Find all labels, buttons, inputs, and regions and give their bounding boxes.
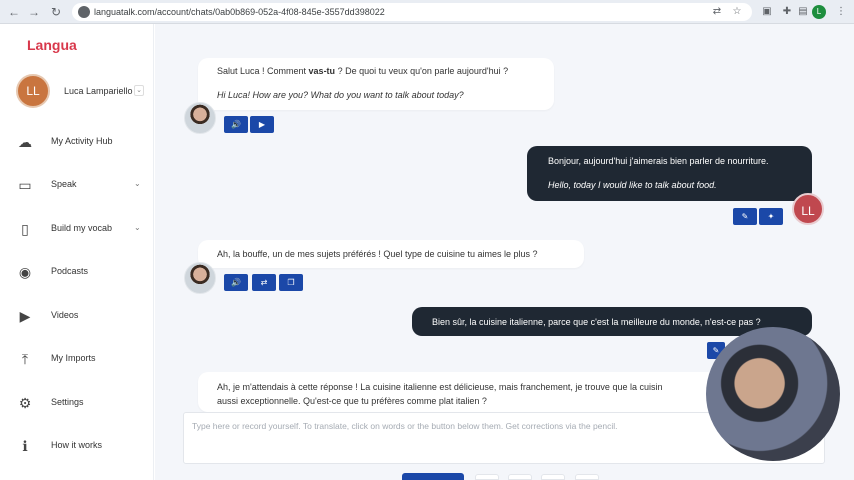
puzzle-icon[interactable]: ✚ xyxy=(780,5,794,19)
avatar: LL xyxy=(792,193,824,225)
sidebar-item-build-vocab[interactable]: ▯ Build my vocab ⌄ xyxy=(16,215,144,243)
play-icon[interactable]: ▶ xyxy=(250,116,274,133)
chevron-down-icon: ⌄ xyxy=(134,179,141,188)
message-translation: Hello, today I would like to talk about … xyxy=(548,180,717,190)
message-text[interactable]: Bien sûr, la cuisine italienne, parce qu… xyxy=(432,315,812,329)
webcam-overlay xyxy=(706,327,840,461)
message-text-line[interactable]: aussi exceptionnelle. Qu'est-ce que tu p… xyxy=(217,394,758,408)
address-bar[interactable]: languatalk.com/account/chats/0ab0b869-05… xyxy=(72,3,752,21)
avatar[interactable]: LL xyxy=(16,74,50,108)
gear-icon: ⚙ xyxy=(18,395,32,411)
translate-icon[interactable]: ⇄ xyxy=(252,274,276,291)
sidebar-item-videos[interactable]: ▶ Videos xyxy=(16,302,144,330)
forward-icon[interactable]: → xyxy=(26,4,42,20)
translate-icon[interactable]: ⇄ xyxy=(710,5,724,19)
bot-message: Ah, la bouffe, un de mes sujets préférés… xyxy=(198,240,584,268)
sidebar-item-label: My Imports xyxy=(51,353,96,363)
options-button[interactable] xyxy=(541,474,565,480)
sidebar-item-label: Podcasts xyxy=(51,266,89,276)
site-info-icon[interactable] xyxy=(78,6,90,18)
sidebar: Langua LL Luca Lampariello ⌄ ☁ My Activi… xyxy=(0,24,154,480)
sidebar-item-activity-hub[interactable]: ☁ My Activity Hub xyxy=(16,128,144,156)
microphone-icon: ◉ xyxy=(18,264,32,280)
sidebar-item-imports[interactable]: ⤒ My Imports xyxy=(16,345,144,373)
user-name: Luca Lampariello xyxy=(64,86,133,96)
sidebar-item-label: My Activity Hub xyxy=(51,136,113,146)
speaker-icon[interactable]: 🔊 xyxy=(224,116,248,133)
video-icon: ▶ xyxy=(19,308,31,324)
sidebar-icon[interactable]: ▤ xyxy=(796,5,810,19)
bot-message: Ah, je m'attendais à cette réponse ! La … xyxy=(198,372,758,412)
extensions-icon[interactable]: ▣ xyxy=(760,5,774,19)
chevron-down-icon[interactable]: ⌄ xyxy=(134,85,144,96)
chevron-down-icon: ⌄ xyxy=(134,223,141,232)
reload-icon[interactable]: ↻ xyxy=(48,4,64,20)
sidebar-item-label: Videos xyxy=(51,310,79,320)
cloud-icon: ☁ xyxy=(18,134,32,150)
langua-logo[interactable]: Langua xyxy=(27,37,77,53)
upload-icon: ⤒ xyxy=(21,351,29,367)
user-menu[interactable]: LL Luca Lampariello ⌄ xyxy=(16,74,146,108)
url-text[interactable]: languatalk.com/account/chats/0ab0b869-05… xyxy=(94,5,385,19)
back-icon[interactable]: ← xyxy=(6,4,22,20)
chat-icon: ▭ xyxy=(18,177,32,193)
message-text[interactable]: Bonjour, aujourd'hui j'aimerais bien par… xyxy=(548,154,812,168)
copy-icon[interactable]: ❐ xyxy=(279,274,303,291)
star-icon[interactable]: ☆ xyxy=(730,5,744,19)
record-button[interactable] xyxy=(475,474,499,480)
send-button[interactable] xyxy=(402,473,464,480)
sidebar-item-label: How it works xyxy=(51,440,103,450)
hint-button[interactable] xyxy=(508,474,532,480)
pencil-icon[interactable]: ✎ xyxy=(733,208,757,225)
sidebar-item-settings[interactable]: ⚙ Settings xyxy=(16,389,144,417)
browser-toolbar: ← → ↻ languatalk.com/account/chats/0ab0b… xyxy=(0,0,854,24)
info-icon: ℹ xyxy=(22,438,28,454)
message-text[interactable]: Ah, la bouffe, un de mes sujets préférés… xyxy=(217,247,584,261)
tutor-avatar xyxy=(184,262,216,294)
sidebar-item-label: Speak xyxy=(51,179,77,189)
book-icon: ▯ xyxy=(21,221,29,237)
user-message: Bonjour, aujourd'hui j'aimerais bien par… xyxy=(527,146,812,201)
sidebar-item-how-it-works[interactable]: ℹ How it works xyxy=(16,432,144,460)
more-button[interactable] xyxy=(575,474,599,480)
message-text[interactable]: Salut Luca ! Comment vas-tu ? De quoi tu… xyxy=(217,64,554,78)
sidebar-item-speak[interactable]: ▭ Speak ⌄ xyxy=(16,171,144,199)
magic-wand-icon[interactable]: ✦ xyxy=(759,208,783,225)
message-text-line[interactable]: Ah, je m'attendais à cette réponse ! La … xyxy=(217,380,758,394)
sidebar-item-label: Build my vocab xyxy=(51,223,113,233)
menu-icon[interactable]: ⋮ xyxy=(834,5,848,19)
sidebar-item-podcasts[interactable]: ◉ Podcasts xyxy=(16,258,144,286)
bot-message: Salut Luca ! Comment vas-tu ? De quoi tu… xyxy=(198,58,554,110)
tutor-avatar xyxy=(184,102,216,134)
profile-avatar[interactable]: L xyxy=(812,5,826,19)
message-input-placeholder: Type here or record yourself. To transla… xyxy=(192,421,618,431)
speaker-icon[interactable]: 🔊 xyxy=(224,274,248,291)
sidebar-item-label: Settings xyxy=(51,397,84,407)
message-translation: Hi Luca! How are you? What do you want t… xyxy=(217,90,464,100)
